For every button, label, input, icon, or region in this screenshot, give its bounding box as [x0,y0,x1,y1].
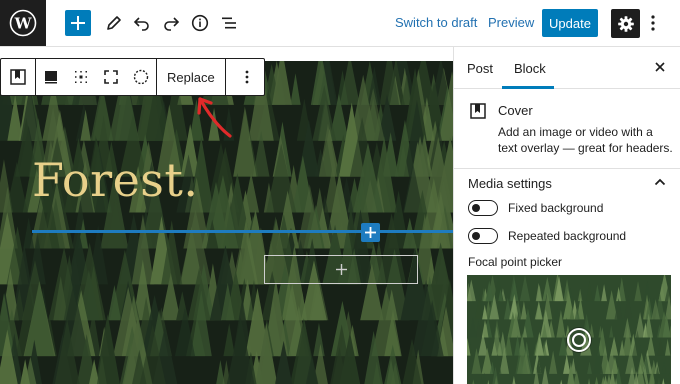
block-inserter-toggle[interactable] [65,10,91,36]
gear-icon [617,15,634,32]
sidebar-tabs: Post Block [454,47,680,89]
redo-icon [164,17,180,31]
editor-top-toolbar: W Switch to draft Preview Update [0,0,680,47]
focal-point-label: Focal point picker [468,255,563,269]
content-position-icon [75,71,87,83]
details-button[interactable] [187,9,213,37]
options-group [226,59,268,95]
replace-media-button[interactable]: Replace [157,59,225,95]
tools-button[interactable] [101,9,127,37]
plus-icon [365,227,376,238]
fixed-background-row: Fixed background [468,199,603,217]
inline-inserter-button[interactable] [361,223,380,242]
content-position-button[interactable] [66,59,96,95]
block-toolbar: Replace [0,58,265,96]
close-icon [655,62,665,72]
focal-point-handle[interactable] [567,328,591,352]
media-circle-icon [133,69,149,85]
options-button[interactable] [646,12,660,34]
media-shape-button[interactable] [126,59,156,95]
cover-block-icon [470,103,486,119]
list-view-button[interactable] [216,9,242,37]
fixed-background-label: Fixed background [508,201,604,215]
undo-icon [133,17,149,31]
switch-to-draft-button[interactable]: Switch to draft [395,15,477,30]
redo-button[interactable] [158,9,184,37]
block-appender-button[interactable] [264,255,418,284]
tab-post[interactable]: Post [467,61,493,76]
overlay-color-button[interactable] [36,59,66,95]
block-switcher-group [1,59,36,95]
overlay-color-icon [45,71,57,84]
block-card: Cover Add an image or video with a text … [454,89,680,169]
block-inserter-line[interactable] [32,230,453,233]
preview-button[interactable]: Preview [488,15,534,30]
media-settings-title[interactable]: Media settings [468,176,552,191]
cover-title[interactable]: Forest. [32,153,199,207]
replace-group: Replace [157,59,226,95]
focal-preview-image [467,275,671,384]
chevron-up-icon[interactable] [654,177,666,187]
repeated-background-row: Repeated background [468,227,626,245]
block-type-switcher[interactable] [1,59,35,95]
undo-button[interactable] [129,9,155,37]
pencil-icon [107,16,121,30]
more-vertical-icon [245,70,249,84]
block-description: Add an image or video with a text overla… [498,125,673,155]
repeated-background-toggle[interactable] [468,228,498,244]
settings-sidebar: Post Block Cover Add an image or video w… [453,47,680,384]
block-controls-group [36,59,157,95]
info-icon [191,14,209,32]
full-height-button[interactable] [96,59,126,95]
block-name: Cover [498,103,533,118]
plus-icon [71,16,85,30]
settings-button[interactable] [611,9,640,38]
fixed-background-toggle[interactable] [468,200,498,216]
wordpress-logo-icon: W [9,9,37,37]
more-vertical-icon [651,15,655,31]
wordpress-logo-button[interactable]: W [0,0,46,46]
focal-point-picker[interactable] [467,275,671,384]
tab-block[interactable]: Block [514,61,546,76]
svg-text:W: W [14,15,33,33]
update-button[interactable]: Update [542,9,598,37]
full-height-icon [104,70,118,84]
plus-icon [335,264,347,275]
cover-block-icon [10,69,26,85]
repeated-background-label: Repeated background [508,229,627,243]
close-sidebar-button[interactable] [652,59,668,75]
block-options-button[interactable] [226,59,268,95]
annotation-arrow [197,97,232,138]
list-view-icon [222,17,236,29]
